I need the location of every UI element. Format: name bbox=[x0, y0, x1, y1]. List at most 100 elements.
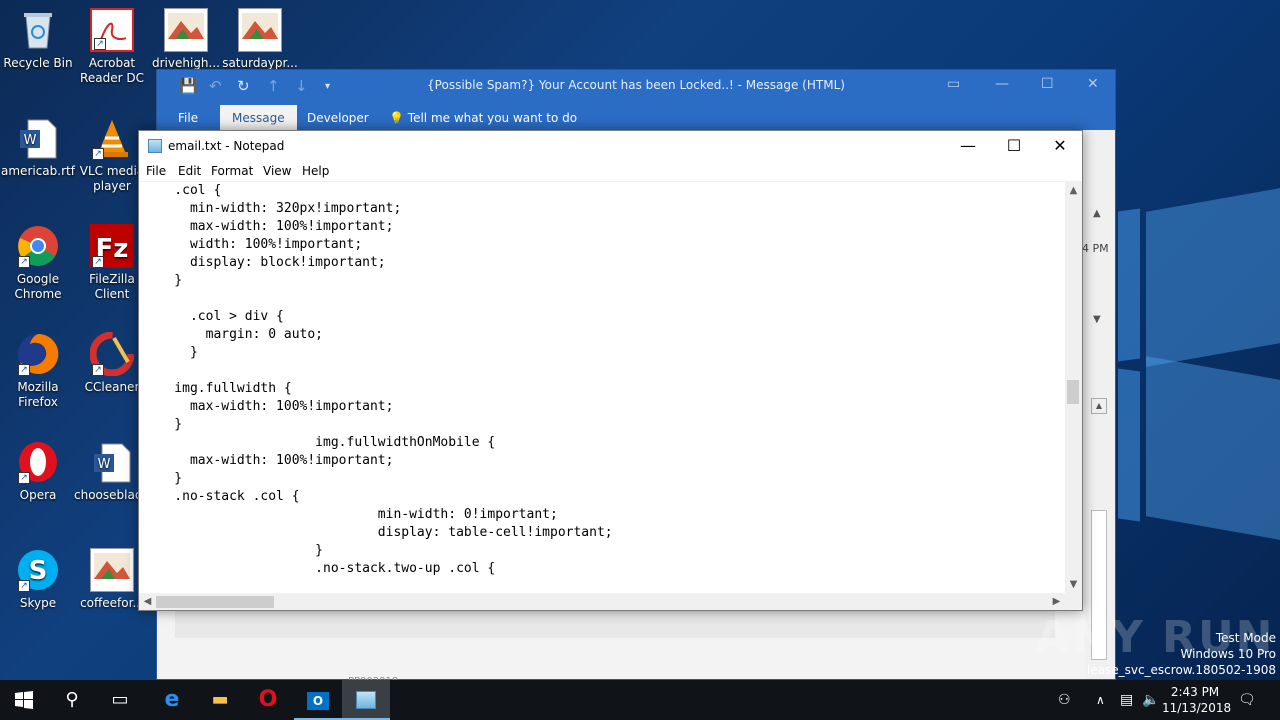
taskbar: ⚲ ▭ e ▬ O O ⚇ ∧ ▤ 🔈 2:43 PM 11/13/2018 🗨 bbox=[0, 680, 1280, 720]
start-icon[interactable] bbox=[0, 680, 48, 720]
test-mode-line: Test Mode bbox=[1215, 631, 1276, 645]
desktop-icon-label: Google Chrome bbox=[14, 272, 62, 301]
tell-me-label: Tell me what you want to do bbox=[407, 111, 578, 125]
recycle-bin-icon bbox=[16, 8, 60, 52]
task-view-icon[interactable]: ▭ bbox=[96, 680, 144, 720]
scroll-up-icon[interactable]: ▲ bbox=[1065, 182, 1082, 199]
search-icon[interactable]: ⚲ bbox=[48, 680, 96, 720]
image-file-icon bbox=[164, 8, 208, 52]
file-content: .col { min-width: 320px!important; max-w… bbox=[174, 183, 613, 576]
notepad-text-area[interactable]: .col { min-width: 320px!important; max-w… bbox=[139, 182, 1065, 593]
scroll-down-icon[interactable]: ▼ bbox=[1065, 576, 1082, 593]
desktop-icon-drivehigh[interactable]: drivehigh... bbox=[148, 8, 224, 71]
notepad-window[interactable]: email.txt - Notepad — ☐ ✕ File Edit Form… bbox=[138, 130, 1083, 611]
word-doc-icon: W bbox=[16, 116, 60, 160]
maximize-icon[interactable]: ☐ bbox=[1041, 76, 1054, 92]
minimize-icon[interactable]: — bbox=[995, 76, 1009, 92]
scroll-right-icon[interactable]: ▶ bbox=[1048, 593, 1065, 610]
desktop-icon-label: Skype bbox=[19, 596, 57, 610]
close-icon[interactable]: ✕ bbox=[1087, 76, 1099, 92]
chrome-icon: ↗ bbox=[16, 224, 60, 268]
shortcut-arrow-icon: ↗ bbox=[94, 38, 106, 50]
system-clock[interactable]: 2:43 PM 11/13/2018 bbox=[1162, 684, 1232, 716]
network-icon[interactable]: ▤ bbox=[1120, 680, 1133, 720]
menu-help[interactable]: Help bbox=[302, 164, 329, 178]
tab-file[interactable]: File bbox=[166, 105, 210, 130]
desktop-icon-chrome[interactable]: ↗ Google Chrome bbox=[0, 224, 76, 302]
desktop-icon-label: Opera bbox=[19, 488, 57, 502]
desktop-icon-firefox[interactable]: ↗ Mozilla Firefox bbox=[0, 332, 76, 410]
image-file-icon bbox=[90, 548, 134, 592]
message-time: 4 PM bbox=[1082, 242, 1109, 255]
image-file-icon bbox=[238, 8, 282, 52]
outlook-window-title: {Possible Spam?} Your Account has been L… bbox=[427, 78, 845, 92]
opera-icon[interactable]: O bbox=[244, 680, 292, 720]
ccleaner-icon: ↗ bbox=[89, 331, 135, 377]
test-mode-line: lease_svc_escrow.180502-1908 bbox=[1086, 663, 1276, 677]
vertical-scroll-thumb[interactable] bbox=[1067, 380, 1079, 404]
horizontal-scrollbar[interactable]: ◀ ▶ bbox=[139, 593, 1065, 610]
notepad-title-bar[interactable]: email.txt - Notepad — ☐ ✕ bbox=[139, 131, 1082, 161]
shortcut-arrow-icon: ↗ bbox=[18, 472, 30, 484]
desktop-icon-label: Mozilla Firefox bbox=[17, 380, 59, 409]
menu-edit[interactable]: Edit bbox=[178, 164, 201, 178]
message-content-area bbox=[175, 608, 1055, 638]
shortcut-arrow-icon: ↗ bbox=[18, 256, 30, 268]
shortcut-arrow-icon: ↗ bbox=[92, 364, 104, 376]
outlook-scrollbar[interactable]: ▲ ▼ ▲ bbox=[1085, 130, 1115, 679]
scroll-left-icon[interactable]: ◀ bbox=[139, 593, 156, 610]
test-mode-notice: Test Mode Windows 10 Pro lease_svc_escro… bbox=[1087, 630, 1276, 678]
minimize-button[interactable]: — bbox=[945, 135, 991, 159]
tell-me-search[interactable]: 💡 Tell me what you want to do bbox=[377, 105, 589, 130]
wallpaper-beam bbox=[1118, 208, 1140, 362]
svg-text:W: W bbox=[24, 133, 37, 148]
horizontal-scroll-thumb[interactable] bbox=[156, 596, 274, 608]
wallpaper-beam bbox=[1146, 188, 1280, 367]
shortcut-arrow-icon: ↗ bbox=[18, 364, 30, 376]
desktop-icon-label: Acrobat Reader DC bbox=[80, 56, 144, 85]
firefox-icon: ↗ bbox=[16, 332, 60, 376]
outlook-icon[interactable]: O bbox=[294, 680, 342, 720]
tab-message[interactable]: Message bbox=[220, 105, 297, 130]
file-explorer-icon[interactable]: ▬ bbox=[196, 680, 244, 720]
volume-icon[interactable]: 🔈 bbox=[1142, 680, 1159, 720]
maximize-button[interactable]: ☐ bbox=[991, 135, 1037, 159]
notepad-window-title: email.txt - Notepad bbox=[168, 139, 285, 153]
desktop-icon-acrobat[interactable]: ↗ Acrobat Reader DC bbox=[74, 8, 150, 86]
desktop-icon-recycle-bin[interactable]: Recycle Bin bbox=[0, 8, 76, 71]
skype-icon: S ↗ bbox=[16, 548, 60, 592]
shortcut-arrow-icon: ↗ bbox=[92, 148, 104, 160]
desktop-icon-skype[interactable]: S ↗ Skype bbox=[0, 548, 76, 611]
scroll-down-icon[interactable]: ▼ bbox=[1093, 314, 1101, 325]
people-icon[interactable]: ⚇ bbox=[1058, 680, 1071, 720]
scroll-up-icon[interactable]: ▲ bbox=[1093, 208, 1101, 219]
show-hidden-icons-icon[interactable]: ∧ bbox=[1096, 680, 1105, 720]
svg-text:W: W bbox=[98, 457, 111, 472]
menu-file[interactable]: File bbox=[146, 164, 166, 178]
clock-date: 11/13/2018 bbox=[1162, 701, 1232, 715]
vlc-icon: ↗ bbox=[90, 116, 134, 160]
word-doc-icon: W bbox=[90, 440, 134, 484]
filezilla-icon: Fz ↗ bbox=[90, 224, 134, 268]
menu-view[interactable]: View bbox=[263, 164, 291, 178]
tab-developer[interactable]: Developer bbox=[295, 105, 381, 130]
notepad-icon bbox=[148, 139, 162, 153]
lightbulb-icon: 💡 bbox=[389, 111, 404, 125]
wallpaper-beam bbox=[1146, 356, 1280, 540]
opera-icon: ↗ bbox=[16, 440, 60, 484]
notepad-menu-bar: File Edit Format View Help bbox=[139, 161, 1082, 182]
desktop-icon-saturdaypr[interactable]: saturdaypr... bbox=[222, 8, 298, 71]
action-center-icon[interactable]: 🗨 bbox=[1238, 680, 1256, 720]
scroll-up-icon[interactable]: ▲ bbox=[1091, 398, 1107, 414]
menu-format[interactable]: Format bbox=[211, 164, 253, 178]
close-button[interactable]: ✕ bbox=[1037, 135, 1083, 159]
desktop-icon-americab[interactable]: W americab.rtf bbox=[0, 116, 76, 179]
ribbon-display-icon[interactable]: ▭ bbox=[947, 76, 960, 92]
edge-icon[interactable]: e bbox=[148, 680, 196, 720]
vertical-scrollbar[interactable]: ▲ ▼ bbox=[1065, 182, 1082, 593]
notepad-icon[interactable] bbox=[342, 680, 390, 720]
desktop-icon-label: Recycle Bin bbox=[3, 56, 73, 70]
outlook-title-bar[interactable]: 💾 ↶ ↻ ↑ ↓ ▾ {Possible Spam?} Your Accoun… bbox=[157, 70, 1115, 102]
shortcut-arrow-icon: ↗ bbox=[92, 256, 104, 268]
desktop-icon-opera[interactable]: ↗ Opera bbox=[0, 440, 76, 503]
